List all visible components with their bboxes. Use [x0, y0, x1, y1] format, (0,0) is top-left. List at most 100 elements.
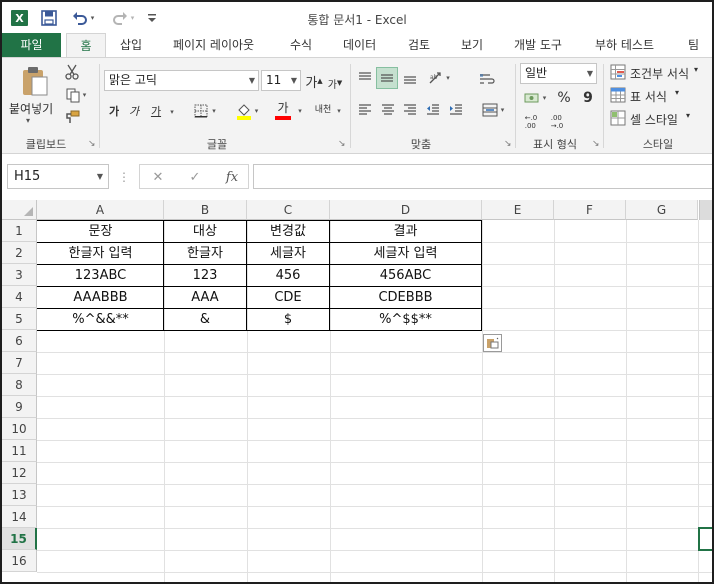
formula-input[interactable] — [253, 164, 712, 189]
column-header-a[interactable]: A — [37, 200, 164, 220]
tab-review[interactable]: 검토 — [408, 33, 430, 57]
align-bottom-icon[interactable] — [400, 68, 420, 88]
cell-b2[interactable]: 한글자 — [164, 243, 246, 264]
align-left-icon[interactable] — [355, 100, 375, 120]
underline-button[interactable]: 가 — [148, 102, 164, 120]
cell-d4[interactable]: CDEBBB — [330, 287, 481, 308]
column-header-f[interactable]: F — [554, 200, 626, 220]
cell-styles-label[interactable]: 셀 스타일 — [630, 111, 678, 128]
name-box[interactable]: H15 ▼ — [7, 164, 109, 189]
font-color-icon[interactable]: 가 — [268, 100, 298, 122]
cell-a2[interactable]: 한글자 입력 — [38, 243, 163, 264]
row-header-9[interactable]: 9 — [2, 396, 37, 418]
tab-page-layout[interactable]: 페이지 레이아웃 — [173, 33, 254, 57]
cell-c2[interactable]: 세글자 — [247, 243, 329, 264]
select-all-button[interactable] — [2, 200, 37, 220]
chevron-down-icon[interactable]: ▾ — [686, 111, 690, 120]
cell-d3[interactable]: 456ABC — [330, 265, 481, 286]
conditional-formatting-label[interactable]: 조건부 서식 — [630, 65, 689, 82]
column-header-d[interactable]: D — [330, 200, 482, 220]
cell-b1[interactable]: 대상 — [164, 221, 246, 242]
column-header-g[interactable]: G — [626, 200, 698, 220]
orientation-icon[interactable]: ab ▾ — [424, 68, 454, 88]
phonetic-dropdown-icon[interactable]: ▾ — [334, 104, 344, 118]
align-center-icon[interactable] — [378, 100, 398, 120]
number-launcher-icon[interactable]: ↘ — [592, 139, 600, 149]
tab-load-test[interactable]: 부하 테스트 — [595, 33, 654, 57]
paste-label[interactable]: 붙여넣기 — [9, 100, 53, 117]
font-launcher-icon[interactable]: ↘ — [338, 139, 346, 149]
vertical-scrollbar-handle[interactable] — [699, 200, 712, 220]
alignment-launcher-icon[interactable]: ↘ — [504, 139, 512, 149]
phonetic-guide-icon[interactable]: 내천 — [314, 98, 332, 122]
column-header-b[interactable]: B — [164, 200, 247, 220]
format-as-table-label[interactable]: 표 서식 — [630, 88, 667, 105]
chevron-down-icon[interactable]: ▾ — [694, 65, 698, 74]
tab-file[interactable]: 파일 — [2, 33, 61, 57]
column-header-e[interactable]: E — [482, 200, 554, 220]
font-color-dropdown-icon[interactable]: ▾ — [295, 104, 305, 118]
chevron-down-icon[interactable]: ▾ — [675, 88, 679, 97]
paste-dropdown-icon[interactable]: ▾ — [26, 116, 30, 125]
tab-formulas[interactable]: 수식 — [290, 33, 312, 57]
copy-icon[interactable]: ▾ — [62, 86, 90, 104]
increase-decimal-button[interactable]: ←.0 .00 — [522, 112, 540, 132]
grow-font-icon[interactable]: 가 ▲ — [305, 72, 322, 91]
cell-d2[interactable]: 세글자 입력 — [330, 243, 481, 264]
cell-a4[interactable]: AAABBB — [38, 287, 163, 308]
row-header-15[interactable]: 15 — [2, 528, 37, 550]
align-right-icon[interactable] — [400, 100, 420, 120]
fill-color-icon[interactable]: ▾ — [232, 100, 262, 122]
row-header-13[interactable]: 13 — [2, 484, 37, 506]
increase-indent-icon[interactable] — [446, 100, 466, 120]
cell-c3[interactable]: 456 — [247, 265, 329, 286]
percent-style-button[interactable]: % — [556, 88, 572, 108]
column-header-c[interactable]: C — [247, 200, 330, 220]
align-middle-icon[interactable] — [376, 67, 398, 89]
decrease-indent-icon[interactable] — [423, 100, 443, 120]
paste-icon[interactable] — [20, 64, 50, 98]
row-header-8[interactable]: 8 — [2, 374, 37, 396]
bold-button[interactable]: 가 — [106, 102, 122, 120]
format-painter-icon[interactable] — [63, 108, 81, 126]
row-header-10[interactable]: 10 — [2, 418, 37, 440]
row-header-11[interactable]: 11 — [2, 440, 37, 462]
align-top-icon[interactable] — [355, 68, 375, 88]
tab-developer[interactable]: 개발 도구 — [514, 33, 562, 57]
cell-a1[interactable]: 문장 — [38, 221, 163, 242]
font-size-combo[interactable]: 11 ▼ — [261, 70, 301, 91]
cell-c1[interactable]: 변경값 — [247, 221, 329, 242]
row-header-5[interactable]: 5 — [2, 308, 37, 330]
clipboard-launcher-icon[interactable]: ↘ — [88, 139, 96, 149]
comma-style-button[interactable]: 9 — [580, 88, 596, 108]
tab-home[interactable]: 홈 — [66, 33, 106, 58]
cell-b5[interactable]: & — [164, 309, 246, 330]
shrink-font-icon[interactable]: 가 ▼ — [327, 74, 343, 92]
cell-a3[interactable]: 123ABC — [38, 265, 163, 286]
row-header-4[interactable]: 4 — [2, 286, 37, 308]
enter-icon[interactable]: ✓ — [187, 168, 203, 186]
cut-icon[interactable] — [63, 63, 81, 81]
format-as-table-icon[interactable] — [609, 86, 627, 104]
row-header-1[interactable]: 1 — [2, 220, 37, 242]
cell-c4[interactable]: CDE — [247, 287, 329, 308]
tab-insert[interactable]: 삽입 — [120, 33, 142, 57]
decrease-decimal-button[interactable]: .00 →.0 — [548, 112, 566, 132]
tab-team[interactable]: 팀 — [688, 33, 699, 57]
row-header-2[interactable]: 2 — [2, 242, 37, 264]
font-name-combo[interactable]: 맑은 고딕 ▼ — [104, 70, 259, 91]
paste-options-button[interactable] — [483, 334, 502, 352]
underline-dropdown-icon[interactable]: ▾ — [166, 104, 178, 120]
accounting-format-icon[interactable]: ▾ — [520, 88, 550, 108]
tab-view[interactable]: 보기 — [461, 33, 483, 57]
cell-d5[interactable]: %^$$** — [330, 309, 481, 330]
cancel-icon[interactable]: ✕ — [150, 168, 166, 186]
cell-d1[interactable]: 결과 — [330, 221, 481, 242]
row-header-16[interactable]: 16 — [2, 550, 37, 572]
row-header-14[interactable]: 14 — [2, 506, 37, 528]
cell-b3[interactable]: 123 — [164, 265, 246, 286]
row-header-7[interactable]: 7 — [2, 352, 37, 374]
cell-a5[interactable]: %^&&** — [38, 309, 163, 330]
cell-c5[interactable]: $ — [247, 309, 329, 330]
tab-data[interactable]: 데이터 — [343, 33, 376, 57]
